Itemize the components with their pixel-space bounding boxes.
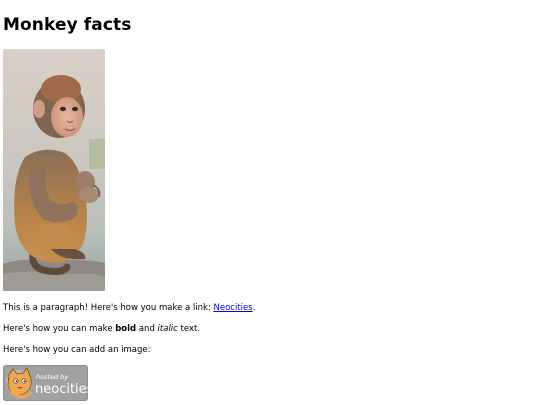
bold-text: bold bbox=[115, 324, 137, 334]
formatting-paragraph-text-1: Here's how you can make bbox=[3, 324, 116, 334]
badge-brand-text: neocities bbox=[35, 382, 88, 397]
neocities-link[interactable]: Neocities bbox=[214, 303, 253, 313]
page-title: Monkey facts bbox=[3, 15, 132, 35]
formatting-paragraph-text-3: text. bbox=[177, 324, 201, 334]
hosted-by-neocities-badge[interactable]: hosted by neocities bbox=[3, 365, 88, 401]
formatting-paragraph: Here's how you can make bold and italic … bbox=[3, 324, 540, 335]
italic-text: italic bbox=[157, 324, 178, 334]
image-paragraph: Here's how you can add an image: bbox=[3, 345, 151, 355]
page: Monkey facts This is a paragraph! Here's… bbox=[0, 0, 540, 405]
formatting-paragraph-text-2: and bbox=[136, 324, 158, 334]
monkey-photo bbox=[3, 49, 105, 291]
badge-small-text: hosted by bbox=[36, 373, 68, 381]
link-paragraph: This is a paragraph! Here's how you make… bbox=[3, 303, 540, 314]
link-paragraph-text: This is a paragraph! Here's how you make… bbox=[3, 303, 214, 313]
link-paragraph-period: . bbox=[252, 303, 256, 313]
